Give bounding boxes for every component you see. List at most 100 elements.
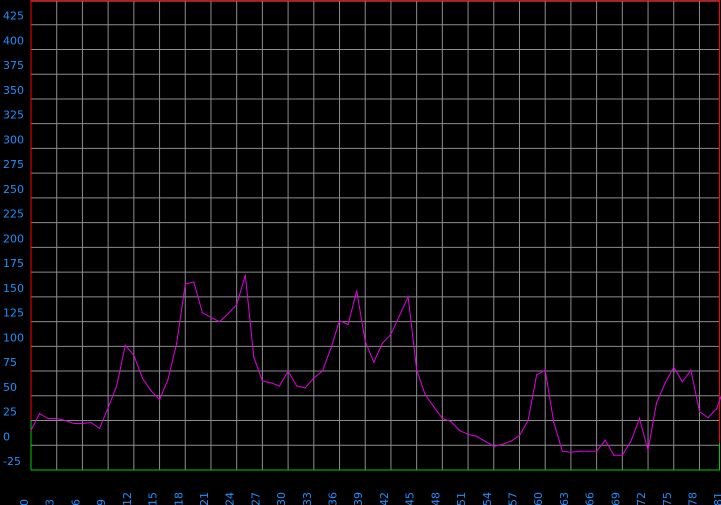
x-tick-label: 12 (121, 492, 134, 505)
series-point (630, 440, 632, 442)
y-tick-label: -25 (3, 455, 21, 468)
x-tick-label: 69 (609, 492, 622, 505)
series-point (287, 370, 289, 372)
series-point (141, 377, 143, 379)
y-tick-label: 125 (3, 307, 24, 320)
series-point (458, 429, 461, 431)
series-point (64, 419, 66, 422)
series-point (698, 411, 701, 413)
y-tick-label: 0 (3, 430, 10, 443)
y-tick-label: 300 (3, 133, 24, 146)
series-point (570, 451, 572, 453)
series-point (604, 439, 606, 441)
series-point (193, 281, 195, 283)
series-point (416, 369, 418, 371)
series-point (116, 385, 118, 387)
series-point (578, 450, 581, 452)
x-tick-label: 0 (18, 499, 31, 505)
series-point (227, 313, 229, 315)
series-point (527, 419, 529, 422)
x-tick-label: 45 (404, 492, 417, 505)
y-tick-label: 250 (3, 183, 24, 196)
series-point (587, 450, 589, 452)
series-point (313, 377, 315, 379)
series-point (261, 380, 263, 382)
y-tick-label: 25 (3, 406, 17, 419)
x-tick-label: 18 (172, 492, 185, 505)
series-point (321, 370, 323, 372)
series-point (484, 440, 486, 442)
y-tick-label: 225 (3, 208, 24, 221)
series-point (450, 420, 452, 423)
series-point (90, 421, 92, 424)
x-tick-label: 66 (584, 492, 597, 505)
series-point (561, 450, 563, 452)
y-tick-label: 150 (3, 282, 24, 295)
x-tick-label: 30 (275, 492, 288, 505)
x-tick-label: 78 (686, 492, 699, 505)
x-tick-label: 48 (429, 492, 442, 505)
series-point (30, 429, 32, 431)
series-point (493, 445, 495, 447)
series-point (390, 333, 392, 335)
x-tick-label: 6 (69, 499, 82, 505)
series-point (47, 417, 49, 420)
series-point (56, 417, 58, 420)
series-point (364, 340, 366, 342)
x-tick-label: 63 (558, 492, 571, 505)
y-tick-label: 175 (3, 257, 24, 270)
series-point (433, 406, 435, 408)
series-point (73, 422, 75, 425)
series-point (716, 408, 718, 410)
series-point (39, 413, 41, 415)
y-tick-label: 425 (3, 10, 24, 23)
series-point (356, 290, 358, 292)
series-point (159, 399, 161, 401)
series-point (373, 361, 375, 363)
series-point (638, 417, 641, 420)
series-point (518, 434, 521, 436)
series-point (544, 369, 546, 371)
y-tick-label: 375 (3, 59, 24, 72)
series-point (656, 402, 658, 404)
series-point (681, 381, 683, 383)
x-tick-label: 39 (352, 492, 365, 505)
series-point (613, 454, 615, 456)
series-point (270, 382, 272, 384)
x-tick-label: 27 (249, 492, 262, 505)
y-tick-label: 325 (3, 109, 24, 122)
series-point (304, 387, 306, 389)
series-point (621, 454, 623, 456)
y-tick-label: 100 (3, 331, 24, 344)
series-point (673, 366, 675, 368)
series-point (347, 323, 349, 326)
x-tick-label: 75 (661, 492, 674, 505)
x-tick-label: 9 (95, 499, 108, 505)
y-tick-label: 200 (3, 232, 24, 245)
series-point (596, 450, 598, 452)
series-point (501, 443, 503, 445)
x-tick-label: 57 (506, 492, 519, 505)
series-point (210, 317, 212, 319)
series-point (167, 378, 169, 380)
series-point (707, 417, 709, 419)
x-tick-label: 36 (327, 492, 340, 505)
series-point (536, 374, 538, 376)
y-tick-label: 50 (3, 381, 17, 394)
series-point (184, 283, 186, 285)
series-point (647, 449, 649, 451)
x-tick-label: 51 (455, 492, 468, 505)
series-point (236, 304, 238, 306)
x-tick-label: 21 (198, 492, 211, 505)
series-point (330, 347, 332, 349)
series-point (424, 394, 426, 396)
series-point (124, 344, 126, 346)
series-point (150, 390, 152, 392)
x-tick-label: 60 (532, 492, 545, 505)
series-point (133, 354, 135, 356)
x-tick-label: 33 (301, 492, 314, 505)
series-point (398, 315, 401, 317)
series-point (99, 427, 101, 429)
y-tick-label: 400 (3, 34, 24, 47)
series-point (296, 385, 298, 387)
